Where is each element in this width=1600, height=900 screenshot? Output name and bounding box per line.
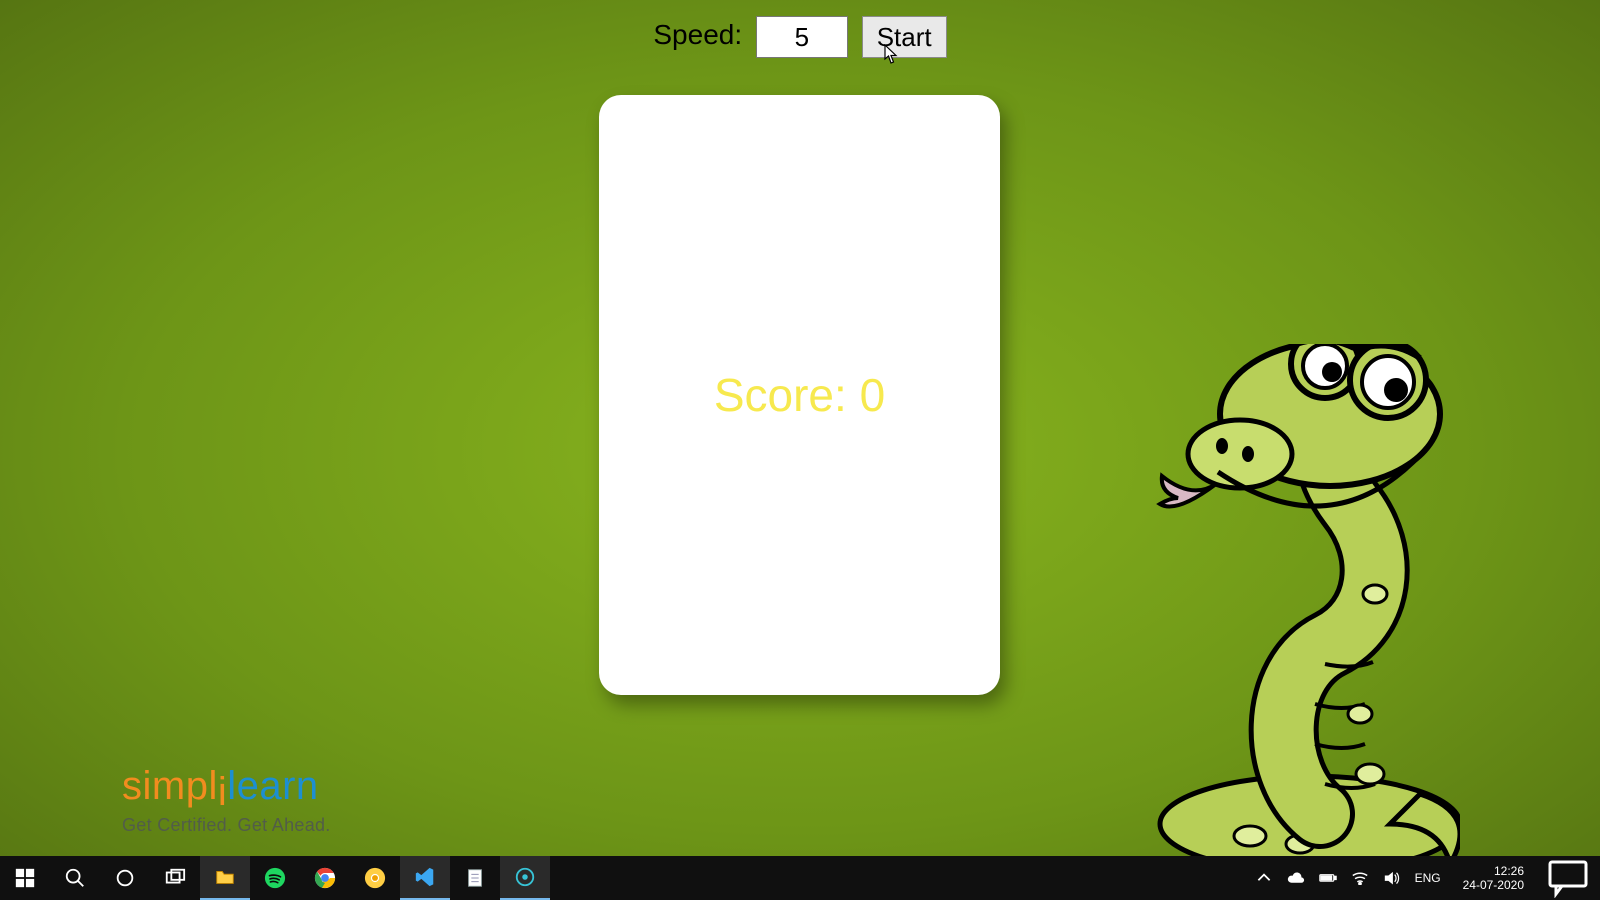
brand-part1: simpl [122, 764, 218, 808]
wifi-icon[interactable] [1351, 869, 1369, 887]
brand-pipe: i [218, 770, 227, 814]
clock[interactable]: 12:26 24-07-2020 [1455, 864, 1532, 892]
language-indicator[interactable]: ENG [1415, 871, 1441, 885]
chrome-button[interactable] [300, 856, 350, 900]
system-tray: ENG 12:26 24-07-2020 [1245, 856, 1600, 900]
volume-icon[interactable] [1383, 869, 1401, 887]
speed-input[interactable] [756, 16, 848, 58]
running-app-button[interactable] [500, 856, 550, 900]
taskbar: ENG 12:26 24-07-2020 [0, 856, 1600, 900]
task-view-button[interactable] [150, 856, 200, 900]
brand-tagline: Get Certified. Get Ahead. [122, 815, 331, 836]
snake-illustration [1120, 344, 1460, 864]
file-explorer-button[interactable] [200, 856, 250, 900]
tray-overflow-icon[interactable] [1255, 869, 1273, 887]
cortana-button[interactable] [100, 856, 150, 900]
desktop: Speed: Start Score: 0 simplilearn Get Ce… [0, 0, 1600, 900]
start-menu-button[interactable] [0, 856, 50, 900]
chrome-alt-button[interactable] [350, 856, 400, 900]
brand-part2: learn [227, 764, 318, 808]
spotify-button[interactable] [250, 856, 300, 900]
start-button[interactable]: Start [862, 16, 947, 58]
simplilearn-logo: simplilearn Get Certified. Get Ahead. [122, 764, 331, 836]
game-controls: Speed: Start [0, 16, 1600, 58]
vscode-button[interactable] [400, 856, 450, 900]
speed-label: Speed: [653, 19, 742, 50]
search-button[interactable] [50, 856, 100, 900]
onedrive-icon[interactable] [1287, 869, 1305, 887]
clock-time: 12:26 [1463, 864, 1524, 878]
battery-icon[interactable] [1319, 869, 1337, 887]
game-card[interactable]: Score: 0 [599, 95, 1000, 695]
action-center-button[interactable] [1546, 856, 1590, 900]
score-text: Score: 0 [714, 368, 885, 422]
notepad-button[interactable] [450, 856, 500, 900]
clock-date: 24-07-2020 [1463, 878, 1524, 892]
